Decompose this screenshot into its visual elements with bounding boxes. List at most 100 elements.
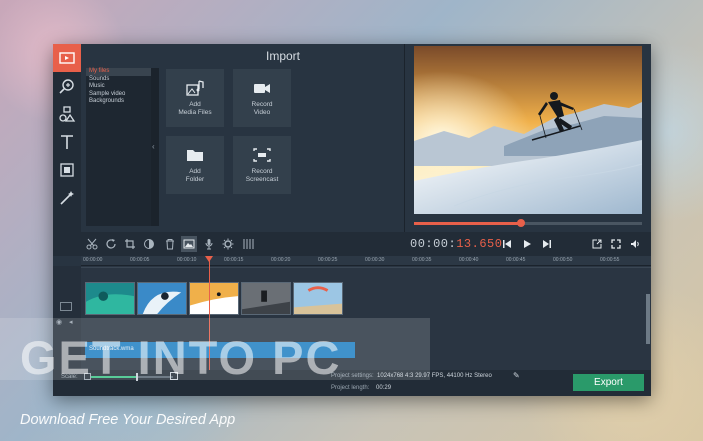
external-window-icon: [592, 239, 602, 249]
contrast-icon: [144, 239, 154, 249]
crop-icon: [125, 239, 135, 249]
equalizer-button[interactable]: [240, 236, 256, 252]
trash-icon: [166, 239, 174, 250]
gear-icon: [222, 238, 234, 250]
crop-button[interactable]: [122, 236, 138, 252]
image-icon: [183, 239, 195, 249]
ruler-tick: 00:00:05: [130, 257, 150, 263]
folder-icon: [187, 150, 203, 161]
ruler-tick: 00:00:45: [506, 257, 526, 263]
speaker-icon: [631, 240, 639, 248]
ruler-tick: 00:00:25: [318, 257, 338, 263]
microphone-button[interactable]: [201, 236, 217, 252]
export-button[interactable]: Export: [573, 374, 644, 391]
video-preview[interactable]: [414, 46, 642, 214]
tool-sidebar: [53, 44, 81, 254]
text-icon: [61, 135, 73, 149]
previous-button[interactable]: [499, 236, 515, 252]
clip-thumbnail: [138, 283, 186, 314]
delete-button[interactable]: [162, 236, 178, 252]
chevron-left-icon: ‹: [152, 142, 155, 151]
video-clip[interactable]: [137, 282, 187, 315]
tool-import[interactable]: [53, 44, 81, 72]
clip-thumbnail: [190, 283, 238, 314]
seek-bar[interactable]: [414, 219, 642, 227]
seek-handle[interactable]: [517, 219, 526, 227]
record-screencast-button[interactable]: Record Screencast: [233, 136, 291, 194]
color-adjust-button[interactable]: [141, 236, 157, 252]
pencil-icon[interactable]: ✎: [513, 371, 520, 380]
tool-transitions[interactable]: [53, 100, 81, 128]
play-button[interactable]: [519, 236, 535, 252]
ruler-tick: 00:00:35: [412, 257, 432, 263]
film-icon: [59, 52, 75, 64]
screencast-icon: [253, 148, 271, 162]
ruler-tick: 00:00:40: [459, 257, 479, 263]
rotate-icon: [106, 239, 116, 249]
tile-label: Add Folder: [185, 168, 205, 183]
file-category-list: My files Sounds Music Sample video Backg…: [86, 68, 151, 226]
record-video-button[interactable]: Record Video: [233, 69, 291, 127]
video-clips: [85, 282, 343, 315]
tile-label: Record Screencast: [245, 168, 279, 183]
tool-titles[interactable]: [53, 128, 81, 156]
project-length: Project length: 00:29: [331, 385, 391, 391]
cut-button[interactable]: [84, 236, 100, 252]
skip-forward-icon: [543, 240, 551, 248]
rotate-button[interactable]: [103, 236, 119, 252]
tool-filters[interactable]: [53, 72, 81, 100]
clip-thumbnail: [242, 283, 290, 314]
ruler-tick: 00:00:50: [553, 257, 573, 263]
timecode-display: 00:00:13.650: [410, 237, 502, 251]
media-files-icon: [186, 80, 204, 96]
add-folder-button[interactable]: Add Folder: [166, 136, 224, 194]
watermark-tagline: Download Free Your Desired App: [20, 412, 236, 428]
watermark-text: GET INTO PC: [20, 331, 342, 384]
video-clip[interactable]: [189, 282, 239, 315]
skier-preview-image: [414, 46, 642, 214]
video-clip[interactable]: [241, 282, 291, 315]
tool-wizard[interactable]: [53, 184, 81, 212]
filmstrip-icon: [60, 163, 74, 177]
list-item[interactable]: Music: [86, 83, 151, 91]
list-item[interactable]: Sounds: [86, 76, 151, 84]
skip-back-icon: [503, 240, 511, 248]
next-button[interactable]: [539, 236, 555, 252]
ruler-tick: 00:00:20: [271, 257, 291, 263]
tool-stickers[interactable]: [53, 156, 81, 184]
add-media-files-button[interactable]: Add Media Files: [166, 69, 224, 127]
shapes-icon: [59, 106, 76, 122]
settings-button[interactable]: [220, 236, 236, 252]
image-button[interactable]: [181, 236, 197, 252]
panel-divider: [404, 44, 405, 254]
ruler-tick: 00:00:55: [600, 257, 620, 263]
clip-thumbnail: [86, 283, 134, 314]
equalizer-icon: [243, 239, 254, 249]
fullscreen-button[interactable]: [608, 236, 624, 252]
fullscreen-icon: [611, 239, 621, 249]
camera-icon: [254, 84, 270, 93]
list-item[interactable]: Sample video: [86, 91, 151, 99]
seek-progress: [414, 222, 522, 225]
video-clip[interactable]: [293, 282, 343, 315]
length-value: 00:29: [376, 385, 392, 391]
volume-button[interactable]: [627, 236, 643, 252]
microphone-icon: [205, 239, 213, 250]
video-track-icon: [60, 302, 72, 311]
timecode-dim: 00:00:: [410, 237, 457, 251]
detach-preview-button[interactable]: [589, 236, 605, 252]
ruler-tick: 00:00:10: [177, 257, 197, 263]
clip-thumbnail: [294, 283, 342, 314]
collapse-handle[interactable]: ‹: [151, 68, 159, 226]
magnifier-plus-icon: [59, 79, 74, 94]
timeline-scrollbar[interactable]: [646, 294, 650, 344]
timecode-current: 13.650: [456, 237, 503, 251]
length-label: Project length:: [331, 385, 370, 391]
scissors-icon: [86, 238, 98, 250]
list-item[interactable]: My files: [86, 68, 151, 76]
list-item[interactable]: Backgrounds: [86, 98, 151, 106]
panel-title: Import: [265, 49, 300, 63]
play-icon: [524, 240, 531, 248]
video-clip[interactable]: [85, 282, 135, 315]
ruler-tick: 00:00:00: [83, 257, 103, 263]
